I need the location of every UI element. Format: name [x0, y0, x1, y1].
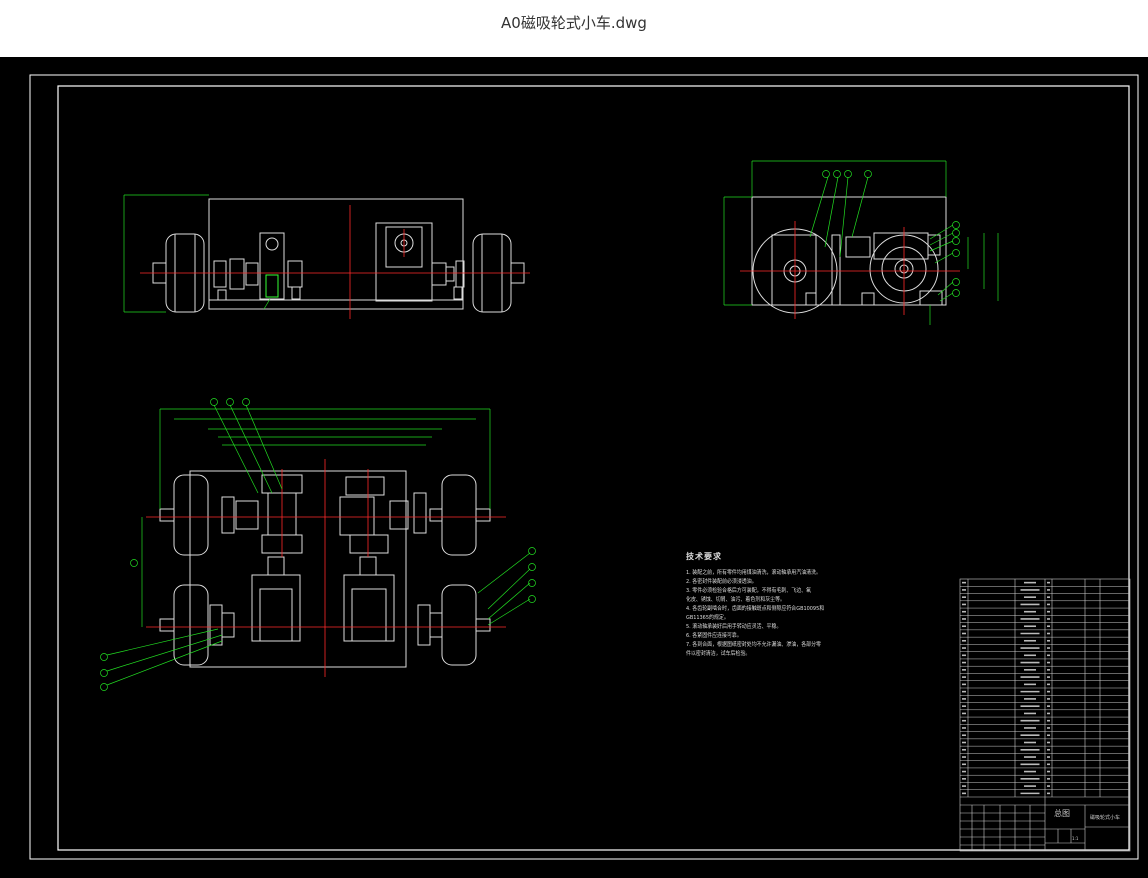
front-view-centerlines	[140, 205, 530, 319]
title-block-part: 磁吸轮式小车	[1090, 814, 1120, 821]
inner-frame	[57, 85, 1130, 851]
side-view	[751, 196, 947, 314]
window-titlebar: A0磁吸轮式小车.dwg	[0, 0, 1148, 57]
tech-req-item: 7. 各到合面，根据图纸密封处均不允许漏油、渗油，各部分零	[686, 642, 821, 648]
outer-frame	[29, 74, 1139, 860]
drawing-svg: 总图 磁吸轮式小车 1:1	[29, 74, 1139, 860]
tech-req-item: 4. 各齿轮副啮合时，齿面的接触斑点和侧隙应符合GB10095和	[686, 606, 825, 612]
technical-requirements: 技术要求 1. 装配之前，所有零件均用煤油清洗，滚动轴承用汽油清洗。 2. 各密…	[686, 551, 916, 659]
tech-req-item: 6. 各紧固件应连接可靠。	[686, 633, 742, 639]
title-block-name: 总图	[1054, 808, 1070, 818]
window-title: A0磁吸轮式小车.dwg	[501, 14, 647, 32]
tech-req-item: 5. 滚动轴承装好后用手转动应灵活、平稳。	[686, 624, 782, 630]
tech-req-heading: 技术要求	[686, 552, 722, 561]
tech-req-item: 件以密封清洁，试车后检验。	[686, 651, 751, 657]
top-view-dims	[106, 404, 531, 686]
tech-req-item: 1. 装配之前，所有零件均用煤油清洗，滚动轴承用汽油清洗。	[686, 570, 821, 576]
cad-drawing-canvas[interactable]: 总图 磁吸轮式小车 1:1 技术要求 1. 装配之前，所有零件均用煤油清洗，滚动…	[0, 57, 1148, 878]
front-view	[152, 198, 525, 313]
tech-req-item: 化皮、锈蚀、切屑、油污、着色剂和灰尘等。	[686, 597, 786, 603]
tech-req-item: 2. 各密封件装配前必须浸透油。	[686, 579, 757, 585]
top-view-centerlines	[146, 459, 506, 677]
title-block-scale: 1:1	[1072, 836, 1079, 841]
title-block	[960, 796, 1130, 851]
top-view-balloons	[100, 398, 536, 691]
tech-req-item: GB11365的规定。	[686, 615, 729, 621]
front-view-dims	[123, 194, 271, 313]
tech-req-item: 3. 零件必须检验合格后方可装配，不得有毛刺、飞边、氧	[686, 588, 812, 594]
